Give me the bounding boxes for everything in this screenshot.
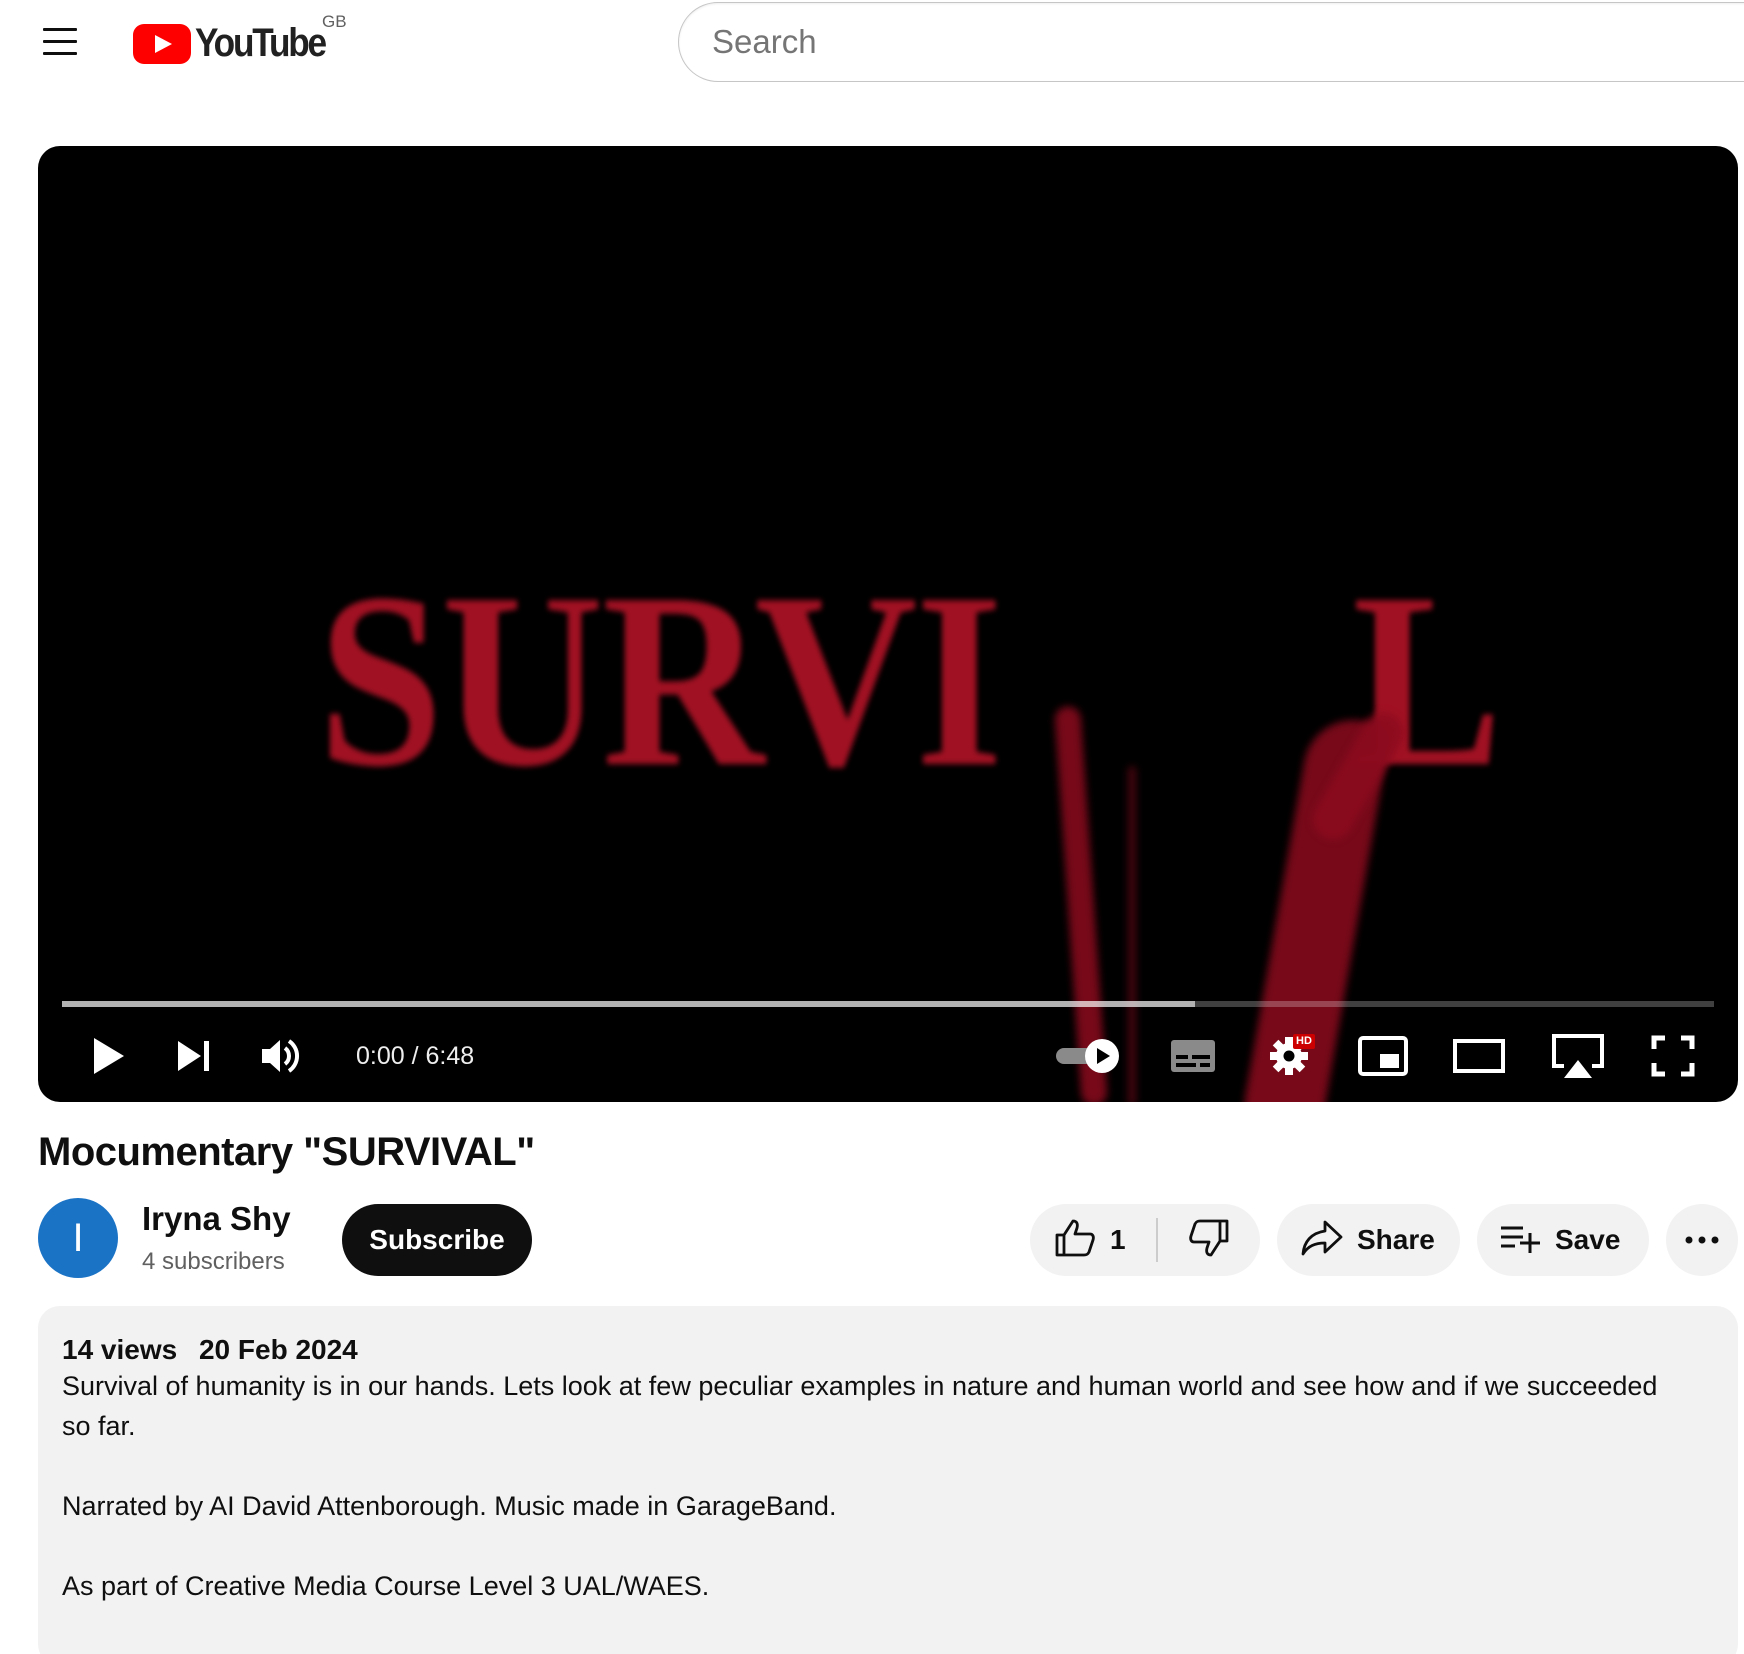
- youtube-play-logo-icon: [133, 24, 191, 64]
- more-horizontal-icon[interactable]: [1666, 1204, 1738, 1276]
- time-display: 0:00 / 6:48: [356, 1016, 474, 1096]
- autoplay-toggle-icon[interactable]: [1048, 1016, 1128, 1096]
- volume-icon[interactable]: [246, 1016, 316, 1096]
- progress-loaded: [62, 1001, 1196, 1007]
- share-icon: [1301, 1219, 1343, 1262]
- player-controls: 0:00 / 6:48 HD: [38, 1016, 1738, 1096]
- play-icon[interactable]: [76, 1016, 140, 1096]
- like-button[interactable]: 1: [1030, 1204, 1156, 1276]
- video-player[interactable]: SURVI L 0:00 / 6:48 HD: [38, 146, 1738, 1102]
- current-time: 0:00: [356, 1042, 405, 1070]
- region-code: GB: [322, 12, 347, 31]
- thumbs-up-icon: [1054, 1218, 1096, 1263]
- description-box[interactable]: 14 views 20 Feb 2024 Survival of humanit…: [38, 1306, 1738, 1654]
- description-line: Survival of humanity is in our hands. Le…: [62, 1371, 1658, 1401]
- save-playlist-add-icon: [1499, 1221, 1541, 1260]
- description-meta: 14 views 20 Feb 2024: [62, 1334, 1714, 1366]
- description-line: so far.: [62, 1411, 136, 1441]
- video-title: Mocumentary "SURVIVAL": [38, 1130, 535, 1174]
- masthead: YouTube GB: [0, 0, 1744, 100]
- subscriber-count: 4 subscribers: [142, 1248, 285, 1275]
- airplay-icon[interactable]: [1538, 1016, 1618, 1096]
- youtube-watch-page: YouTube GB SURVIL: [0, 0, 1744, 1654]
- channel-avatar[interactable]: I: [38, 1198, 118, 1278]
- next-icon[interactable]: [162, 1016, 226, 1096]
- hamburger-menu-icon[interactable]: [38, 22, 82, 62]
- settings-icon[interactable]: [1254, 1016, 1324, 1096]
- share-label: Share: [1357, 1224, 1435, 1255]
- video-frame-text-left: SURVI: [318, 542, 1003, 819]
- time-separator: /: [411, 1042, 419, 1070]
- theater-mode-icon[interactable]: [1444, 1016, 1514, 1096]
- view-count: 14 views: [62, 1334, 178, 1365]
- subtitles-icon[interactable]: [1158, 1016, 1228, 1096]
- upload-date: 20 Feb 2024: [198, 1334, 358, 1365]
- description-line: As part of Creative Media Course Level 3…: [62, 1571, 710, 1601]
- thumbs-down-icon: [1188, 1218, 1230, 1263]
- description-line: Narrated by AI David Attenborough. Music…: [62, 1491, 837, 1521]
- logo-text: YouTube: [195, 21, 327, 65]
- progress-bar[interactable]: [62, 1001, 1714, 1007]
- save-label: Save: [1555, 1224, 1621, 1255]
- video-frame[interactable]: SURVI L: [38, 146, 1738, 1102]
- total-time: 6:48: [425, 1042, 475, 1070]
- hd-badge: HD: [1293, 1034, 1315, 1049]
- dislike-button[interactable]: [1158, 1204, 1260, 1276]
- search-box[interactable]: [678, 2, 1744, 82]
- like-dislike-group: 1: [1030, 1204, 1260, 1276]
- channel-name[interactable]: Iryna Shy: [142, 1200, 291, 1238]
- subscribe-button[interactable]: Subscribe: [342, 1204, 532, 1276]
- like-count: 1: [1110, 1224, 1126, 1255]
- share-button[interactable]: Share: [1277, 1204, 1460, 1276]
- save-button[interactable]: Save: [1477, 1204, 1649, 1276]
- fullscreen-icon[interactable]: [1638, 1016, 1708, 1096]
- search-input[interactable]: [712, 3, 1744, 81]
- miniplayer-icon[interactable]: [1348, 1016, 1418, 1096]
